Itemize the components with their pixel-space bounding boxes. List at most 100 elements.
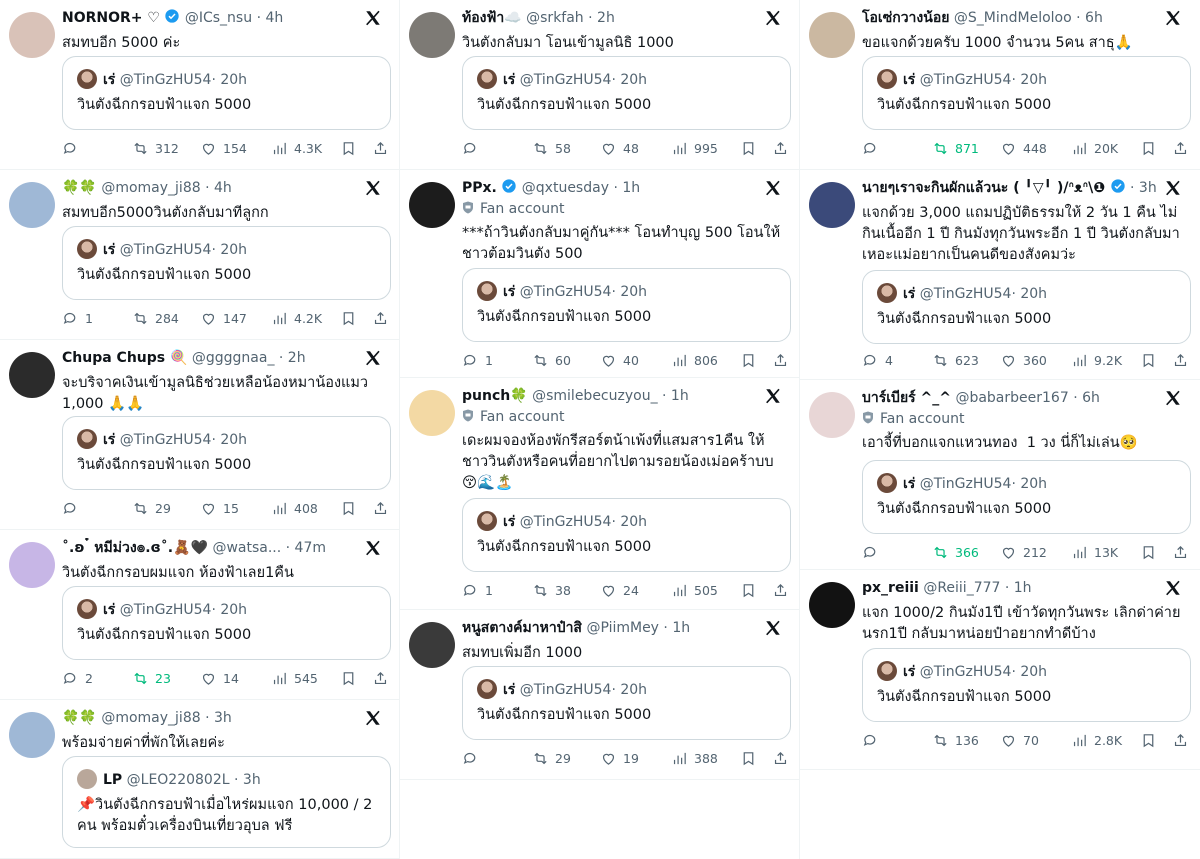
share-button[interactable] [1172, 137, 1195, 159]
bookmark-button[interactable] [1140, 137, 1163, 159]
reply-button[interactable]: 4 [862, 349, 893, 371]
retweet-button[interactable]: 29 [132, 497, 171, 519]
tweet-card[interactable]: บาร์เบียร์ ^_^ @babarbeer167 · 6h Fan acc… [800, 380, 1200, 570]
user-handle[interactable]: @babarbeer167 [955, 390, 1068, 406]
avatar[interactable] [409, 390, 455, 436]
tweet-card[interactable]: โอเซ่กวางน้อย @S_MindMeloloo · 6h ขอแจกด้… [800, 0, 1200, 170]
views-button[interactable]: 806 [671, 349, 718, 371]
bookmark-button[interactable] [340, 667, 363, 689]
bookmark-button[interactable] [340, 137, 363, 159]
tweet-card[interactable]: NORNOR+ ♡ @ICs_nsu · 4h สมทบอีก 5000 ค่ะเ… [0, 0, 400, 170]
retweet-button[interactable]: 366 [932, 541, 979, 563]
share-button[interactable] [372, 497, 395, 519]
display-name[interactable]: 🍀🍀 [62, 180, 97, 196]
reply-button[interactable] [62, 497, 85, 519]
retweet-button[interactable]: 23 [132, 667, 171, 689]
x-logo-icon[interactable] [764, 9, 782, 27]
reply-button[interactable] [62, 137, 85, 159]
views-button[interactable]: 505 [671, 579, 718, 601]
reply-button[interactable] [462, 137, 485, 159]
user-handle[interactable]: @ICs_nsu [185, 10, 252, 26]
reply-button[interactable] [862, 541, 885, 563]
like-button[interactable]: 212 [1000, 541, 1047, 563]
user-handle[interactable]: @watsa... [212, 540, 281, 556]
quoted-tweet[interactable]: เร่ @TinGzHU54· 20h วินตังฉีกกรอบฟ้าแจก 5… [862, 648, 1191, 722]
views-button[interactable]: 20K [1071, 137, 1118, 159]
avatar[interactable] [409, 182, 455, 228]
retweet-button[interactable]: 284 [132, 307, 179, 329]
share-button[interactable] [1172, 729, 1195, 751]
bookmark-button[interactable] [340, 307, 363, 329]
tweet-card[interactable]: PPx. @qxtuesday · 1h Fan account ***ถ้าวิน… [400, 170, 800, 378]
like-button[interactable]: 448 [1000, 137, 1047, 159]
tweet-card[interactable]: 🍀🍀 @momay_ji88 · 3h พร้อมจ่ายค่าที่พักให้… [0, 700, 400, 859]
bookmark-button[interactable] [740, 349, 763, 371]
bookmark-button[interactable] [1140, 349, 1163, 371]
x-logo-icon[interactable] [764, 387, 782, 405]
timestamp[interactable]: · 6h [1076, 10, 1103, 26]
user-handle[interactable]: @srkfah [526, 10, 584, 26]
like-button[interactable]: 147 [200, 307, 247, 329]
like-button[interactable]: 24 [600, 579, 639, 601]
tweet-card[interactable]: นายๆเราจะกินผักแล้วนะ (⁠ ⁠╹⁠▽⁠╹⁠ ⁠)⁠/ᐢ⁠ᴥ… [800, 170, 1200, 380]
avatar[interactable] [9, 712, 55, 758]
retweet-button[interactable]: 58 [532, 137, 571, 159]
views-button[interactable]: 408 [271, 497, 318, 519]
avatar[interactable] [9, 12, 55, 58]
reply-button[interactable]: 2 [62, 667, 93, 689]
avatar[interactable] [9, 182, 55, 228]
share-button[interactable] [1172, 349, 1195, 371]
user-handle[interactable]: @momay_ji88 [101, 180, 200, 196]
share-button[interactable] [772, 137, 795, 159]
share-button[interactable] [372, 307, 395, 329]
views-button[interactable]: 388 [671, 747, 718, 769]
retweet-button[interactable]: 60 [532, 349, 571, 371]
x-logo-icon[interactable] [764, 619, 782, 637]
user-handle[interactable]: @qxtuesday [522, 180, 609, 196]
share-button[interactable] [772, 349, 795, 371]
tweet-card[interactable]: หนูสตางค์มาหาป๋าสิ @PiimMey · 1h สมทบเพิ่… [400, 610, 800, 780]
share-button[interactable] [372, 137, 395, 159]
quoted-tweet[interactable]: เร่ @TinGzHU54· 20h วินตังฉีกกรอบฟ้าแจก 5… [62, 586, 391, 660]
timestamp[interactable]: · 3h [205, 710, 232, 726]
bookmark-button[interactable] [1140, 729, 1163, 751]
quoted-tweet[interactable]: เร่ @TinGzHU54· 20h วินตังฉีกกรอบฟ้าแจก 5… [462, 498, 791, 572]
retweet-button[interactable]: 38 [532, 579, 571, 601]
reply-button[interactable]: 1 [462, 579, 493, 601]
quoted-tweet[interactable]: เร่ @TinGzHU54· 20h วินตังฉีกกรอบฟ้าแจก 5… [462, 666, 791, 740]
retweet-button[interactable]: 623 [932, 349, 979, 371]
reply-button[interactable]: 1 [62, 307, 93, 329]
user-handle[interactable]: @momay_ji88 [101, 710, 200, 726]
views-button[interactable]: 995 [671, 137, 718, 159]
avatar[interactable] [809, 182, 855, 228]
x-logo-icon[interactable] [764, 179, 782, 197]
quoted-tweet[interactable]: เร่ @TinGzHU54· 20h วินตังฉีกกรอบฟ้าแจก 5… [62, 416, 391, 490]
views-button[interactable]: 4.2K [271, 307, 322, 329]
reply-button[interactable] [862, 137, 885, 159]
quoted-tweet[interactable]: เร่ @TinGzHU54· 20h วินตังฉีกกรอบฟ้าแจก 5… [862, 270, 1191, 344]
like-button[interactable]: 70 [1000, 729, 1039, 751]
retweet-button[interactable]: 871 [932, 137, 979, 159]
display-name[interactable]: NORNOR+ ♡ [62, 10, 160, 26]
display-name[interactable]: 🍀🍀 [62, 710, 97, 726]
like-button[interactable]: 19 [600, 747, 639, 769]
avatar[interactable] [809, 392, 855, 438]
x-logo-icon[interactable] [1164, 9, 1182, 27]
timestamp[interactable]: · 1h [663, 620, 690, 636]
timestamp[interactable]: · 4h [257, 10, 284, 26]
avatar[interactable] [809, 582, 855, 628]
bookmark-button[interactable] [740, 579, 763, 601]
quoted-tweet[interactable]: เร่ @TinGzHU54· 20h วินตังฉีกกรอบฟ้าแจก 5… [62, 56, 391, 130]
share-button[interactable] [1172, 541, 1195, 563]
user-handle[interactable]: @ggggnaa_ [192, 350, 275, 366]
views-button[interactable]: 9.2K [1071, 349, 1122, 371]
retweet-button[interactable]: 29 [532, 747, 571, 769]
timestamp[interactable]: · 1h [1005, 580, 1032, 596]
avatar[interactable] [409, 12, 455, 58]
views-button[interactable]: 2.8K [1071, 729, 1122, 751]
timestamp[interactable]: · 2h [279, 350, 306, 366]
like-button[interactable]: 40 [600, 349, 639, 371]
quoted-tweet[interactable]: เร่ @TinGzHU54· 20h วินตังฉีกกรอบฟ้าแจก 5… [462, 268, 791, 342]
display-name[interactable]: โอเซ่กวางน้อย [862, 10, 949, 26]
bookmark-button[interactable] [1140, 541, 1163, 563]
